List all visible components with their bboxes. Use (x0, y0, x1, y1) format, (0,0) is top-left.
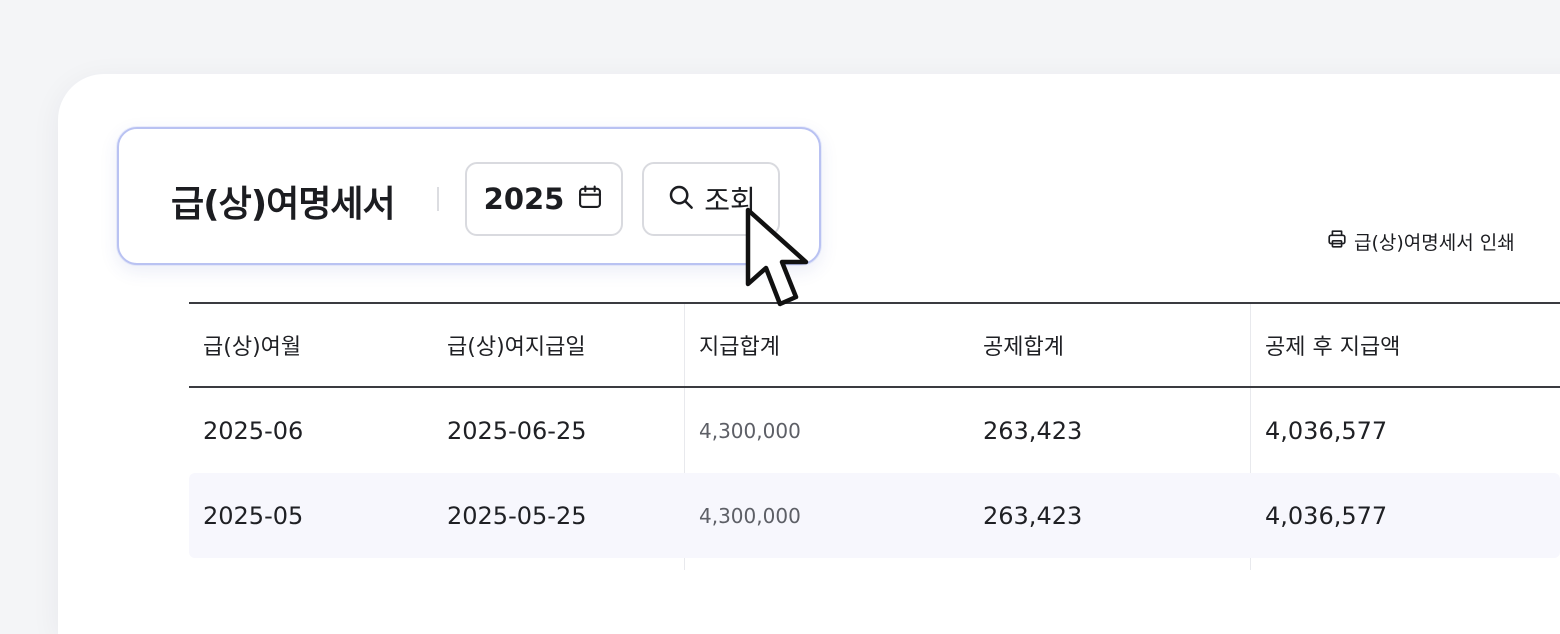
cell-total-deduction: 263,423 (983, 501, 1083, 530)
cell-net-payment: 4,036,577 (1265, 501, 1388, 530)
toolbar-divider (437, 187, 439, 211)
cell-total-deduction: 263,423 (983, 416, 1083, 445)
calendar-icon (576, 183, 604, 215)
cell-pay-date: 2025-06-25 (447, 416, 587, 445)
header-total-deduction: 공제합계 (983, 335, 1064, 360)
pay-statement-table: 급(상)여월 급(상)여지급일 지급합계 공제합계 공제 후 지급액 2025-… (189, 302, 1560, 558)
header-total-payment: 지급합계 (699, 335, 780, 360)
cell-total-payment: 4,300,000 (699, 503, 801, 528)
print-link-label: 급(상)여명세서 인쇄 (1354, 232, 1515, 254)
year-picker[interactable]: 2025 (465, 162, 623, 236)
header-pay-date: 급(상)여지급일 (447, 335, 586, 360)
printer-icon (1326, 228, 1348, 255)
header-pay-month: 급(상)여월 (203, 335, 302, 360)
header-net-payment: 공제 후 지급액 (1265, 335, 1401, 360)
search-toolbar: 급(상)여명세서 2025 조회 (117, 127, 821, 265)
search-icon (666, 182, 696, 216)
year-value: 2025 (483, 182, 565, 216)
page-title: 급(상)여명세서 (171, 184, 396, 225)
table-header: 급(상)여월 급(상)여지급일 지급합계 공제합계 공제 후 지급액 (189, 302, 1560, 388)
table-row[interactable]: 2025-06 2025-06-25 4,300,000 263,423 4,0… (189, 388, 1560, 473)
cell-total-payment: 4,300,000 (699, 418, 801, 443)
cell-pay-month: 2025-05 (203, 501, 304, 530)
table-row[interactable]: 2025-05 2025-05-25 4,300,000 263,423 4,0… (189, 473, 1560, 558)
cell-net-payment: 4,036,577 (1265, 416, 1388, 445)
print-statement-link[interactable]: 급(상)여명세서 인쇄 (1326, 228, 1515, 255)
mouse-pointer-icon (742, 204, 816, 320)
cell-pay-month: 2025-06 (203, 416, 304, 445)
cell-pay-date: 2025-05-25 (447, 501, 587, 530)
